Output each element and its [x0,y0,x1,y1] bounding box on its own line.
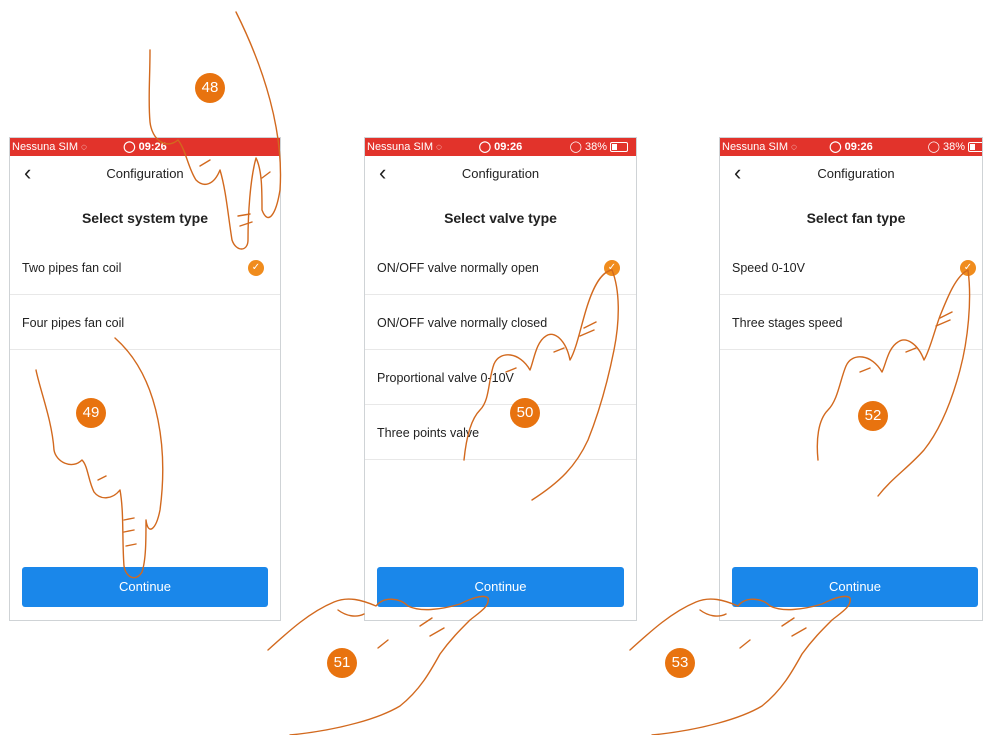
hand-53-outline [629,595,851,735]
hand-50-crease [505,321,597,373]
hand-51-outline [267,595,489,735]
step-badge-51: 51 [327,648,357,678]
step-badge-49: 49 [76,398,106,428]
hand-49-crease [97,475,137,547]
hand-50-outline [463,269,619,501]
hand-49-outline [35,337,164,579]
hand-48-outline [148,11,282,250]
step-badge-50: 50 [510,398,540,428]
hand-52-outline [816,269,971,497]
hand-53-crease [699,609,807,649]
pointing-hands-illustration [35,11,971,735]
step-badge-53: 53 [665,648,695,678]
hand-51-crease [337,609,445,649]
step-badge-48: 48 [195,73,225,103]
step-badge-52: 52 [858,401,888,431]
